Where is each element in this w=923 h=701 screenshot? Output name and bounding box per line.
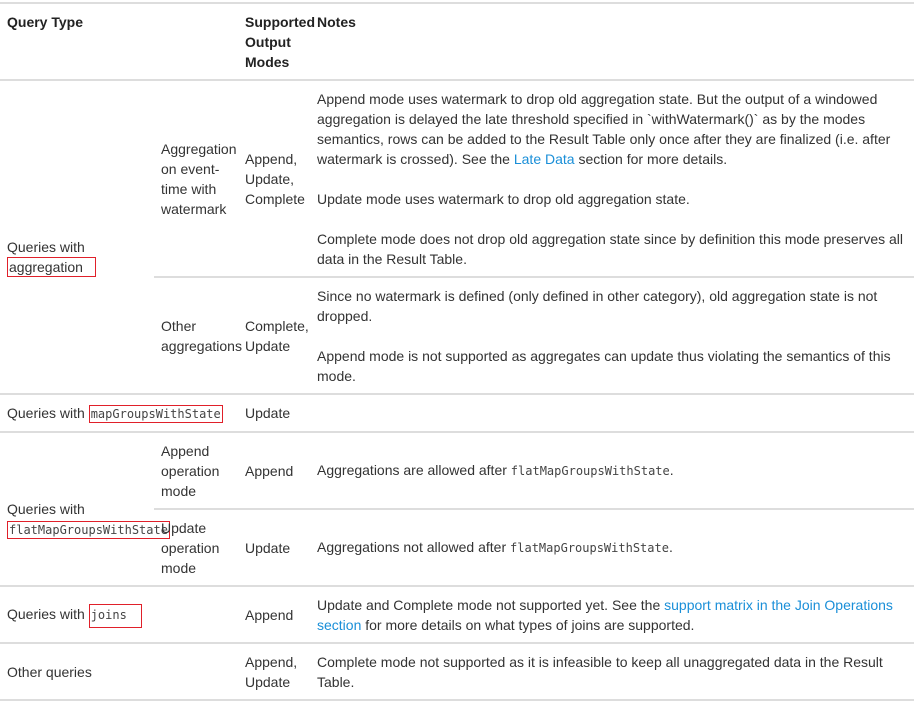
modes: Complete, Update bbox=[238, 276, 310, 394]
modes: Update bbox=[238, 393, 310, 432]
query-prefix: Queries with bbox=[7, 606, 85, 622]
late-data-link[interactable]: Late Data bbox=[514, 151, 575, 167]
keyword-highlight: mapGroupsWithState bbox=[88, 404, 223, 423]
query-type-cell: Queries with mapGroupsWithState bbox=[0, 393, 238, 432]
code: flatMapGroupsWithState bbox=[510, 541, 669, 555]
header-row: Query Type Supported Output Modes Notes bbox=[0, 2, 914, 81]
sub-type: Update operation mode bbox=[154, 508, 238, 586]
modes: Append, Update, Complete bbox=[238, 79, 310, 277]
note-text: . bbox=[668, 539, 673, 555]
sub-type: Aggregation on event-time with watermark bbox=[154, 79, 238, 277]
header-sub bbox=[154, 2, 238, 81]
table-row: Queries with joins Append Update and Com… bbox=[0, 585, 914, 643]
query-prefix: Queries with bbox=[7, 239, 85, 255]
query-prefix: Queries with bbox=[7, 404, 85, 421]
table-row: Other queries Append, Update Complete mo… bbox=[0, 642, 914, 701]
notes: Update and Complete mode not supported y… bbox=[310, 585, 914, 643]
notes: Complete mode not supported as it is inf… bbox=[310, 642, 914, 701]
note-text: . bbox=[669, 462, 674, 478]
note-text: Update and Complete mode not supported y… bbox=[317, 596, 665, 613]
note-text: Update mode uses watermark to drop old a… bbox=[317, 190, 690, 207]
header-modes: Supported Output Modes bbox=[238, 2, 315, 81]
keyword-highlight: flatMapGroupsWithState bbox=[7, 520, 170, 539]
code: flatMapGroupsWithState bbox=[510, 464, 670, 478]
query-type-cell: Queries with joins bbox=[0, 585, 238, 643]
note-text: section for more details. bbox=[574, 150, 728, 167]
note-text: Aggregations not allowed after bbox=[317, 539, 511, 555]
keyword-highlight: aggregation bbox=[7, 257, 96, 277]
table-row: Queries with aggregation Aggregation on e… bbox=[0, 79, 914, 394]
note-text: Append mode is not supported as aggregat… bbox=[317, 347, 891, 384]
keyword-highlight: joins bbox=[88, 604, 142, 628]
note-text: Since no watermark is defined (only defi… bbox=[317, 287, 878, 324]
sub-type: Other aggregations bbox=[154, 276, 242, 394]
notes: Since no watermark is defined (only defi… bbox=[310, 276, 914, 394]
modes: Append, Update bbox=[238, 642, 310, 701]
header-query-type: Query Type bbox=[0, 2, 154, 81]
output-modes-table: Query Type Supported Output Modes Notes … bbox=[0, 2, 914, 701]
modes: Append bbox=[238, 431, 310, 509]
sub-type: Append operation mode bbox=[154, 431, 238, 509]
note-text: Complete mode does not drop old aggregat… bbox=[317, 230, 904, 267]
notes: Append mode uses watermark to drop old a… bbox=[310, 79, 914, 277]
notes: Aggregations not allowed after flatMapGr… bbox=[310, 508, 914, 586]
note-text: for more details on what types of joins … bbox=[361, 616, 695, 633]
table-row: Queries with flatMapGroupsWithState Appen… bbox=[0, 431, 914, 586]
query-type-cell: Queries with aggregation bbox=[0, 79, 154, 394]
table-row: Queries with mapGroupsWithState Update bbox=[0, 393, 914, 432]
notes: Aggregations are allowed after flatMapGr… bbox=[310, 431, 914, 509]
modes: Update bbox=[238, 508, 310, 586]
query-prefix: Queries with bbox=[7, 500, 85, 517]
query-type-cell: Other queries bbox=[0, 642, 238, 701]
header-notes: Notes bbox=[310, 2, 914, 81]
notes bbox=[310, 393, 914, 432]
modes: Append bbox=[238, 585, 310, 643]
query-type-cell: Queries with flatMapGroupsWithState bbox=[0, 431, 170, 586]
note-text: Aggregations are allowed after bbox=[317, 462, 511, 478]
